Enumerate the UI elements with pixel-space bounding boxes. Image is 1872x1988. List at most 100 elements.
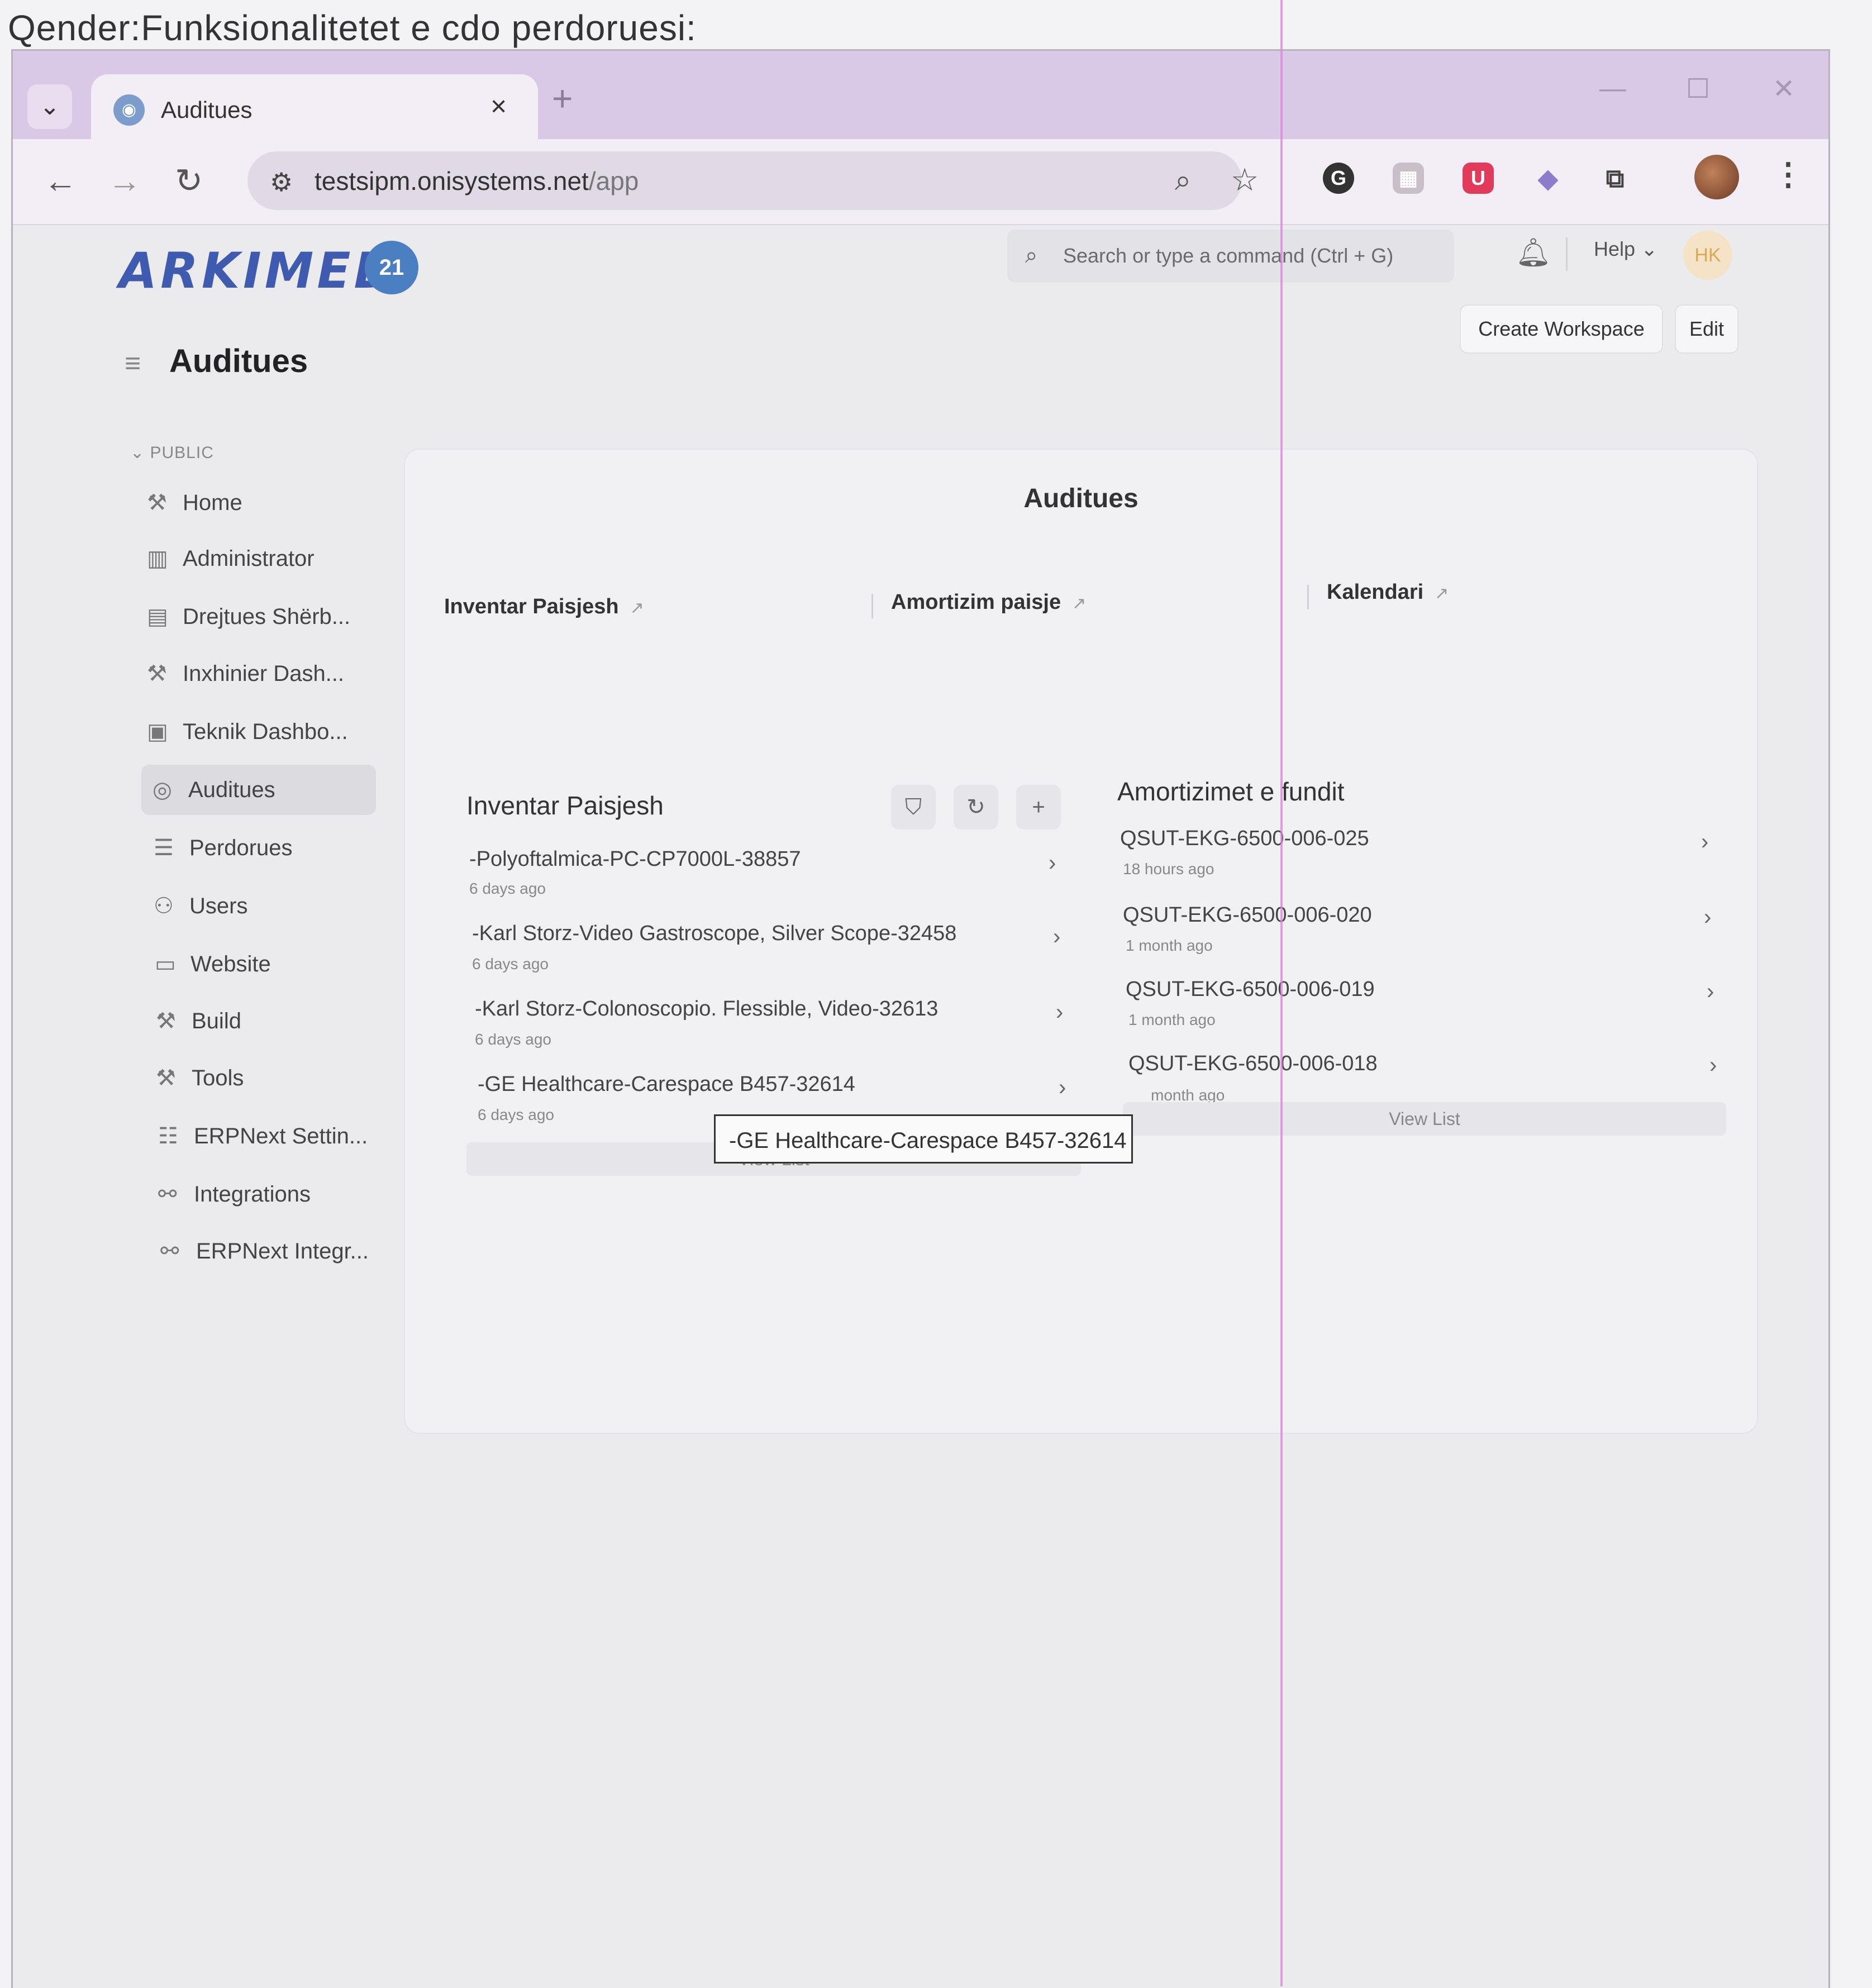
sidebar-item-erpnext-settings[interactable]: ☷ ERPNext Settin... bbox=[147, 1111, 382, 1161]
sidebar-item-auditues[interactable]: ◎ Auditues bbox=[141, 765, 376, 815]
arrow-up-right-icon: ↗ bbox=[630, 599, 644, 617]
sidebar-item-inxhinier[interactable]: ⚒ Inxhinier Dash... bbox=[147, 649, 382, 699]
command-search-input[interactable]: ⌕ Search or type a command (Ctrl + G) bbox=[1007, 230, 1454, 283]
chevron-right-icon[interactable]: › bbox=[1056, 1000, 1063, 1025]
shortcut-label: Amortizim paisje bbox=[891, 590, 1061, 614]
sidebar-item-build[interactable]: ⚒ Build bbox=[147, 996, 382, 1046]
tools-icon: ⚒ bbox=[156, 1066, 176, 1090]
browser-menu-icon[interactable]: ⋮ bbox=[1773, 156, 1804, 193]
notification-bell-icon[interactable]: 🔔︎ bbox=[1516, 236, 1551, 269]
forward-icon[interactable]: → bbox=[108, 161, 141, 200]
depreciation-row-title[interactable]: QSUT-EKG-6500-006-019 bbox=[1126, 978, 1375, 1002]
extensions-puzzle-icon[interactable]: ⧉ bbox=[1599, 163, 1631, 194]
shortcut-divider bbox=[1307, 585, 1309, 609]
depreciation-row-time: 1 month ago bbox=[1126, 937, 1213, 954]
sidebar-toggle-icon[interactable]: ≡ bbox=[125, 347, 141, 379]
sidebar-item-label: ERPNext Integr... bbox=[196, 1239, 369, 1264]
site-settings-icon[interactable]: ⚙ bbox=[270, 167, 293, 197]
sidebar-section-public[interactable]: ⌄ PUBLIC bbox=[130, 443, 214, 463]
edit-button[interactable]: Edit bbox=[1675, 304, 1738, 354]
add-icon[interactable]: + bbox=[1016, 785, 1061, 829]
sidebar-item-label: Home bbox=[183, 490, 242, 515]
tab-search-chevron-icon[interactable]: ⌄ bbox=[27, 84, 72, 129]
row-tooltip: -GE Healthcare-Carespace B457-32614 bbox=[714, 1114, 1133, 1164]
database-icon: ☷ bbox=[158, 1124, 178, 1148]
inventory-row-title[interactable]: -GE Healthcare-Carespace B457-32614 bbox=[478, 1072, 855, 1097]
chevron-right-icon[interactable]: › bbox=[1704, 905, 1711, 930]
link-icon: ⚯ bbox=[160, 1239, 179, 1264]
sidebar-item-users[interactable]: ⚇ Users bbox=[147, 881, 382, 931]
help-dropdown[interactable]: Help ⌄ bbox=[1594, 237, 1657, 261]
bookmark-star-icon[interactable]: ☆ bbox=[1231, 161, 1259, 198]
browser-icon: ▭ bbox=[155, 952, 176, 976]
site-favicon-icon: ◉ bbox=[113, 94, 145, 126]
sidebar-item-drejtues[interactable]: ▤ Drejtues Shërb... bbox=[147, 592, 382, 642]
chevron-right-icon[interactable]: › bbox=[1049, 851, 1056, 876]
filter-icon[interactable]: ⛉ bbox=[891, 785, 936, 829]
depreciation-view-list-button[interactable]: View List bbox=[1123, 1102, 1726, 1136]
depreciation-row-time: 18 hours ago bbox=[1123, 860, 1214, 878]
inventory-row-title[interactable]: -Karl Storz-Video Gastroscope, Silver Sc… bbox=[472, 922, 956, 946]
workspace-title: Auditues bbox=[1023, 484, 1139, 513]
chevron-right-icon[interactable]: › bbox=[1059, 1075, 1066, 1100]
page-title: Auditues bbox=[169, 343, 308, 379]
shortcut-label: Kalendari bbox=[1327, 580, 1424, 604]
form-icon: ▣ bbox=[147, 719, 168, 744]
new-tab-button[interactable]: + bbox=[552, 78, 573, 119]
maximize-icon[interactable]: ☐ bbox=[1686, 73, 1710, 104]
chevron-down-icon: ⌄ bbox=[1641, 237, 1658, 260]
sidebar-item-administrator[interactable]: ▥ Administrator bbox=[147, 533, 382, 584]
calendar-icon: ▤ bbox=[147, 604, 168, 629]
depreciation-row-title[interactable]: QSUT-EKG-6500-006-018 bbox=[1128, 1052, 1378, 1076]
browser-tab[interactable]: ◉ Auditues × bbox=[91, 74, 538, 140]
sidebar-item-label: ERPNext Settin... bbox=[194, 1124, 368, 1148]
back-icon[interactable]: ← bbox=[44, 161, 77, 200]
sidebar-item-integrations[interactable]: ⚯ Integrations bbox=[147, 1169, 382, 1219]
chevron-right-icon[interactable]: › bbox=[1701, 829, 1708, 855]
inventory-list-title: Inventar Paisjesh bbox=[466, 791, 664, 820]
sidebar-item-teknik[interactable]: ▣ Teknik Dashbo... bbox=[147, 707, 382, 757]
extension-icon[interactable]: ▦ bbox=[1393, 163, 1424, 194]
sidebar-item-website[interactable]: ▭ Website bbox=[147, 939, 382, 989]
reload-icon[interactable]: ↻ bbox=[175, 161, 203, 201]
profile-avatar[interactable] bbox=[1694, 155, 1739, 199]
sidebar-item-perdorues[interactable]: ☰ Perdorues bbox=[147, 823, 382, 873]
shortcut-amortizim-paisje[interactable]: Amortizim paisje ↗ bbox=[891, 590, 1086, 614]
inventory-row-time: 6 days ago bbox=[469, 880, 546, 897]
sidebar-item-label: Perdorues bbox=[189, 836, 293, 860]
app-page: ARKIMED 21 ⌕ Search or type a command (C… bbox=[13, 225, 1828, 1988]
shield-extension-icon[interactable]: U bbox=[1463, 163, 1494, 194]
inventory-row-title[interactable]: -Polyoftalmica-PC-CP7000L-38857 bbox=[469, 847, 801, 871]
building-icon: ▥ bbox=[147, 546, 168, 571]
list-icon: ☰ bbox=[154, 836, 174, 860]
navbar-divider bbox=[1566, 237, 1568, 271]
minimize-icon[interactable]: — bbox=[1599, 73, 1626, 104]
refresh-icon[interactable]: ↻ bbox=[954, 785, 998, 829]
arkimed-logo[interactable]: ARKIMED bbox=[119, 242, 398, 299]
zoom-icon[interactable]: ⌕ bbox=[1175, 164, 1191, 198]
shortcut-kalendari[interactable]: Kalendari ↗ bbox=[1327, 580, 1449, 604]
address-bar[interactable]: ⚙ testsipm.onisystems.net/app ⌕ ☆ bbox=[247, 151, 1259, 210]
user-avatar[interactable]: HK bbox=[1683, 231, 1732, 280]
shortcut-inventar-paisjesh[interactable]: Inventar Paisjesh ↗ bbox=[444, 595, 644, 619]
browser-toolbar: ← → ↻ ⚙ testsipm.onisystems.net/app ⌕ ☆ … bbox=[13, 139, 1828, 225]
sidebar-item-tools[interactable]: ⚒ Tools bbox=[147, 1053, 382, 1103]
tab-close-icon[interactable]: × bbox=[490, 90, 507, 122]
chevron-right-icon[interactable]: › bbox=[1709, 1053, 1717, 1078]
grammarly-icon[interactable]: G bbox=[1323, 163, 1354, 194]
bird-extension-icon[interactable]: ◆ bbox=[1532, 163, 1564, 194]
inventory-row-title[interactable]: -Karl Storz-Colonoscopio. Flessible, Vid… bbox=[475, 997, 938, 1021]
depreciation-row-title[interactable]: QSUT-EKG-6500-006-025 bbox=[1120, 827, 1369, 851]
sidebar-item-label: Auditues bbox=[188, 778, 275, 802]
create-workspace-button[interactable]: Create Workspace bbox=[1460, 304, 1663, 354]
inventory-row-time: 6 days ago bbox=[472, 955, 549, 972]
depreciation-row-title[interactable]: QSUT-EKG-6500-006-020 bbox=[1123, 903, 1372, 927]
logo-badge: 21 bbox=[365, 241, 418, 294]
chevron-right-icon[interactable]: › bbox=[1707, 979, 1714, 1004]
sidebar-item-home[interactable]: ⚒ Home bbox=[147, 478, 382, 528]
address-url[interactable]: testsipm.onisystems.net/app bbox=[315, 166, 639, 196]
sidebar-item-erpnext-integrations[interactable]: ⚯ ERPNext Integr... bbox=[147, 1226, 382, 1276]
browser-titlebar: ⌄ ◉ Auditues × + — ☐ ✕ bbox=[13, 51, 1828, 140]
close-window-icon[interactable]: ✕ bbox=[1773, 73, 1795, 104]
chevron-right-icon[interactable]: › bbox=[1053, 924, 1060, 950]
